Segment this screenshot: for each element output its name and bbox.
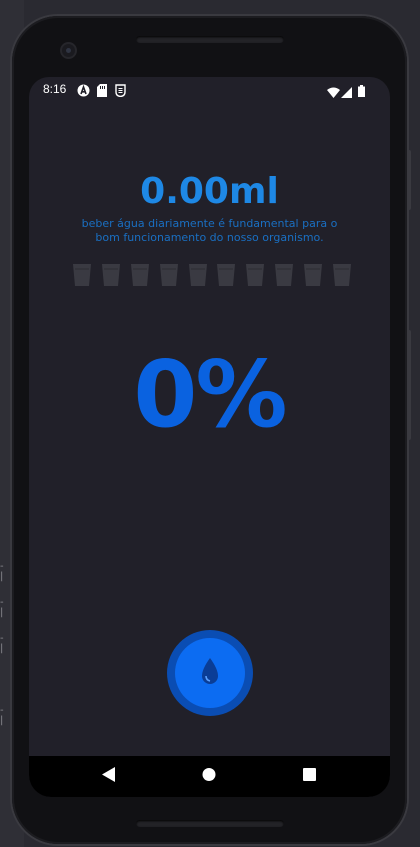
cup-icon	[73, 264, 91, 286]
background-glyph: -|	[0, 561, 4, 582]
wifi-icon	[327, 83, 340, 102]
signal-icon	[341, 83, 352, 102]
cup-icon	[217, 264, 236, 286]
cup-icon	[130, 264, 149, 286]
water-drop-icon	[202, 658, 218, 684]
water-amount: 0.00ml	[140, 171, 279, 212]
power-button[interactable]	[407, 330, 411, 440]
a-icon	[77, 82, 90, 101]
cup-icon	[188, 264, 207, 286]
battery-icon	[358, 82, 365, 101]
hydration-message: beber água diariamente é fundamental par…	[81, 217, 338, 244]
background-glyph: -|	[0, 633, 4, 654]
cup-icon	[159, 264, 178, 286]
navigation-bar	[29, 756, 390, 797]
shield-icon	[115, 82, 126, 101]
drink-water-button[interactable]	[167, 630, 253, 716]
home-circle-icon[interactable]	[202, 767, 216, 786]
cup-icon	[275, 264, 294, 286]
cup-icon	[304, 264, 322, 286]
cup-icon	[332, 264, 351, 286]
cup-icon	[246, 264, 265, 286]
volume-button[interactable]	[407, 150, 411, 210]
recents-square-icon[interactable]	[303, 767, 316, 786]
app-screen: 8:16 0.00ml beber água diariamente é fun…	[29, 77, 390, 797]
bottom-speaker	[136, 820, 284, 827]
background-glyph: -|	[0, 705, 4, 726]
status-time: 8:16	[43, 82, 67, 96]
progress-percent: 0%	[133, 341, 287, 448]
earpiece-speaker	[136, 36, 284, 43]
status-bar: 8:16	[29, 77, 390, 101]
cup-icon	[101, 264, 120, 286]
cups-row	[72, 263, 352, 287]
back-triangle-icon[interactable]	[102, 767, 116, 786]
front-camera	[62, 44, 75, 57]
sd-card-icon	[97, 82, 107, 101]
background-glyph: -|	[0, 597, 4, 618]
